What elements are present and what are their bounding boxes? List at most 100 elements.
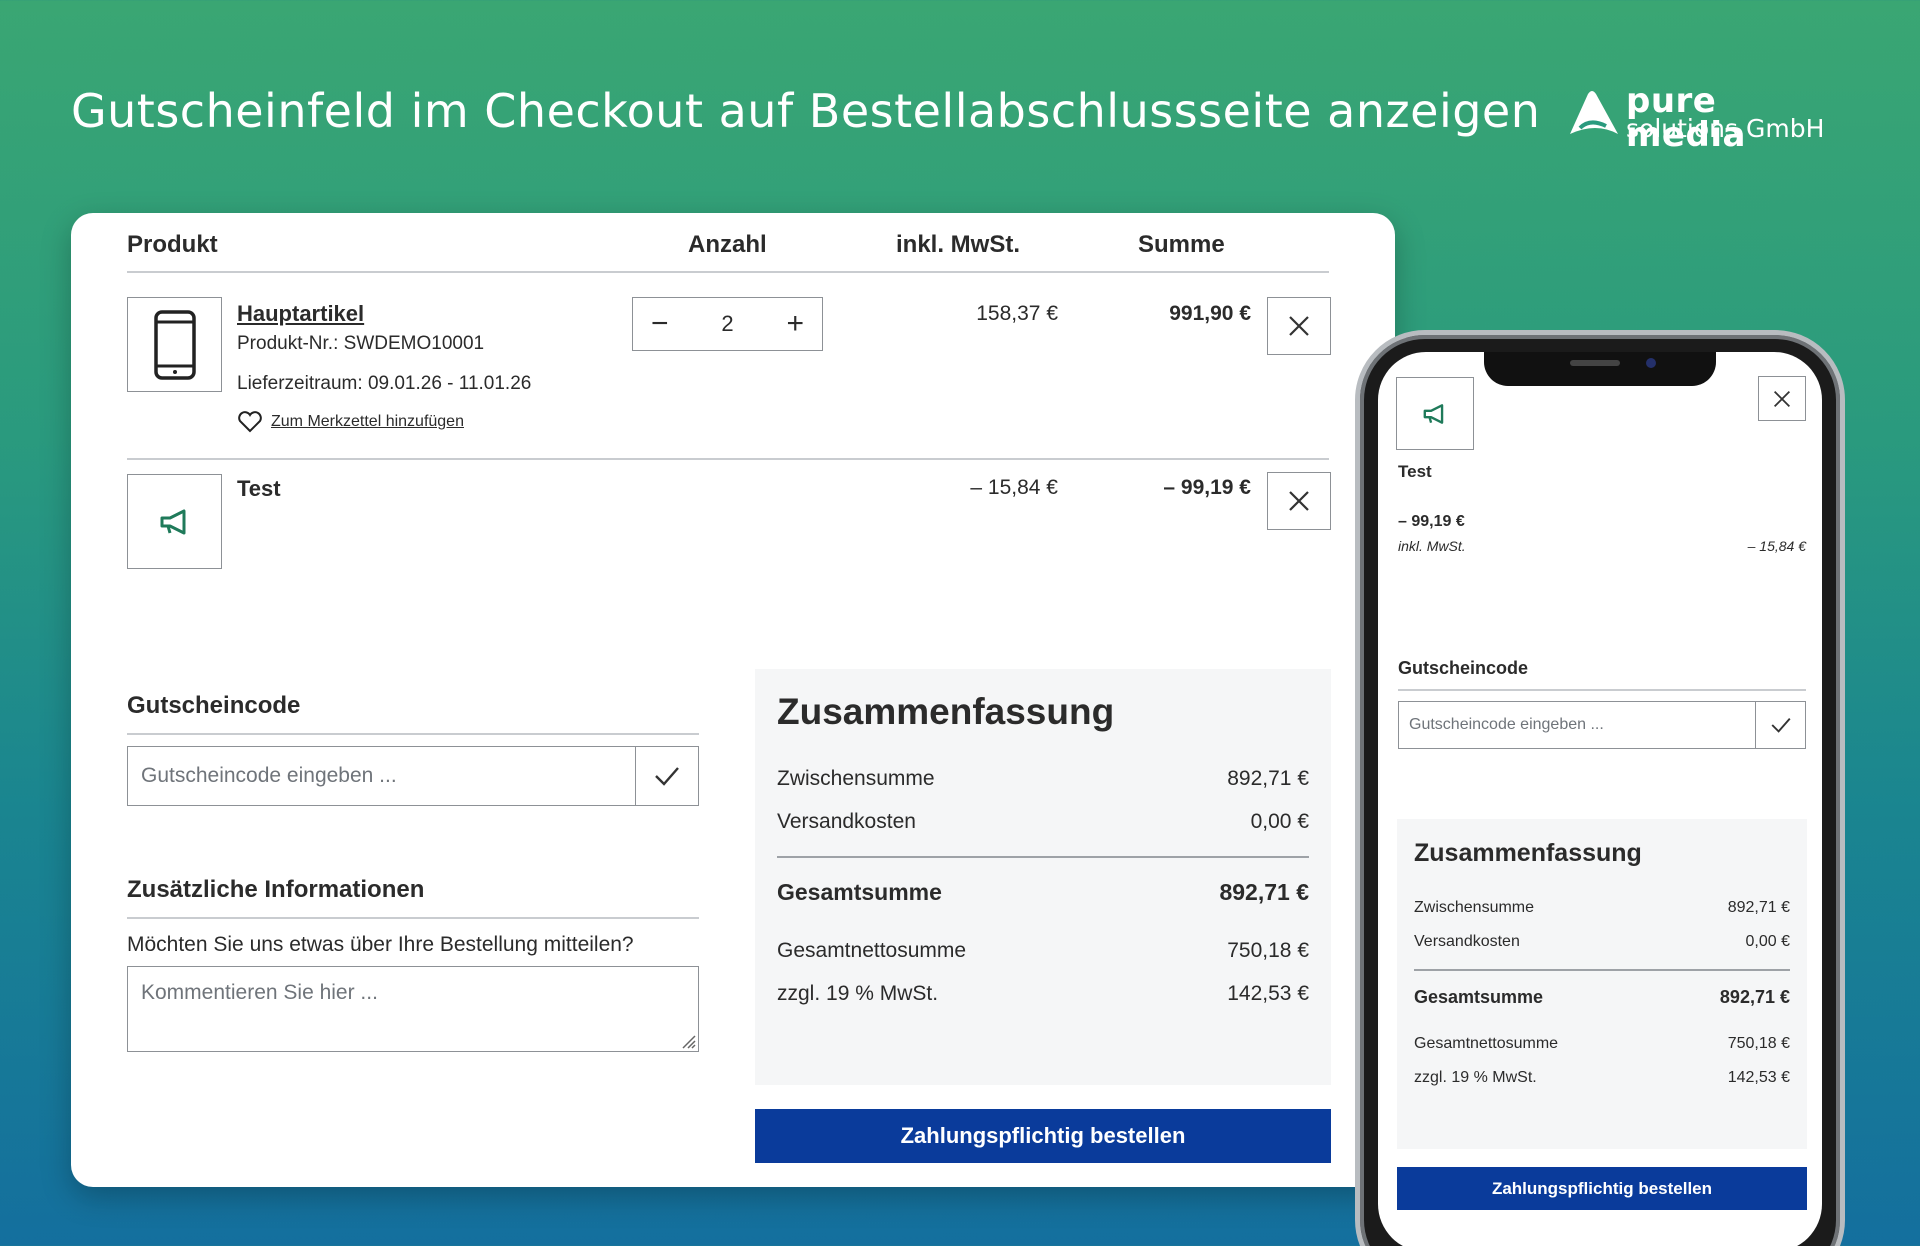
item-divider [127,458,1329,460]
summary-divider [777,856,1309,858]
subtotal-label: Zwischensumme [777,767,935,790]
megaphone-icon [1423,403,1444,424]
mobile-net-total-label: Gesamtnettosumme [1414,1035,1559,1052]
mobile-grand-total-value: 892,71 € [1719,987,1790,1007]
voucher-input-placeholder: Gutscheincode eingeben ... [141,764,397,787]
product-name-link[interactable]: Hauptartikel [237,301,364,327]
mobile-order-summary: Zusammenfassung Zwischensumme 892,71 € V… [1397,819,1807,1149]
phone-speaker [1570,360,1620,366]
resize-handle-icon[interactable] [680,1033,696,1049]
order-summary: Zusammenfassung Zwischensumme 892,71 € V… [755,669,1331,1085]
voucher-line-total: – 99,19 € [1163,476,1251,499]
mobile-place-order-button[interactable]: Zahlungspflichtig bestellen [1397,1167,1807,1210]
line-total: 991,90 € [1169,302,1251,325]
voucher-unit-price: – 15,84 € [970,476,1058,499]
mobile-voucher-placeholder: Gutscheincode eingeben ... [1409,716,1604,733]
remove-item-button[interactable] [1267,297,1331,355]
mobile-apply-voucher-button[interactable] [1755,702,1805,748]
phone-camera [1646,358,1656,368]
product-image[interactable] [127,297,222,392]
desktop-checkout-card: Produkt Anzahl inkl. MwSt. Summe Hauptar… [71,213,1395,1187]
smartphone-icon [153,309,196,380]
header-divider [127,271,1329,273]
apply-voucher-button[interactable] [635,747,698,805]
mobile-summary-divider [1414,969,1790,971]
summary-row-subtotal: Zwischensumme 892,71 € [777,767,1309,791]
page-headline: Gutscheinfeld im Checkout auf Bestellabs… [71,84,1541,138]
unit-price: 158,37 € [976,302,1058,325]
info-section-title: Zusätzliche Informationen [127,876,425,903]
mobile-summary-row-subtotal: Zwischensumme 892,71 € [1414,899,1790,917]
mobile-summary-row-shipping: Versandkosten 0,00 € [1414,933,1790,951]
heart-icon [238,411,262,433]
close-icon [1773,390,1791,407]
voucher-input[interactable]: Gutscheincode eingeben ... [127,746,699,806]
voucher-divider [127,733,699,735]
product-number: Produkt-Nr.: SWDEMO10001 [237,333,485,354]
voucher-item-name: Test [237,476,281,501]
mobile-net-total-value: 750,18 € [1727,1035,1790,1052]
mobile-tax-label: inkl. MwSt. [1398,538,1466,554]
summary-row-grand-total: Gesamtsumme 892,71 € [777,879,1309,906]
mobile-voucher-item-name: Test [1398,462,1432,481]
mobile-tax-value: 142,53 € [1727,1069,1790,1086]
tax-label: zzgl. 19 % MwSt. [777,982,939,1005]
megaphone-icon [160,509,185,534]
subtotal-value: 892,71 € [1227,767,1309,790]
mobile-voucher-line-total: – 99,19 € [1398,513,1465,530]
mobile-screen: Test – 99,19 € inkl. MwSt. – 15,84 € Gut… [1378,352,1822,1246]
comment-textarea[interactable]: Kommentieren Sie hier ... [127,966,699,1052]
net-total-value: 750,18 € [1227,939,1309,962]
close-icon [1289,491,1309,511]
mobile-subtotal-label: Zwischensumme [1414,899,1535,916]
close-icon [1289,316,1309,336]
shipping-label: Versandkosten [777,810,916,833]
column-header-tax: inkl. MwSt. [896,231,1021,258]
summary-row-net: Gesamtnettosumme 750,18 € [777,939,1309,963]
summary-title: Zusammenfassung [777,691,1115,732]
summary-row-tax: zzgl. 19 % MwSt. 142,53 € [777,982,1309,1006]
info-question: Möchten Sie uns etwas über Ihre Bestellu… [127,933,634,956]
shipping-value: 0,00 € [1250,810,1309,833]
checkmark-icon [1771,717,1791,733]
mobile-shipping-label: Versandkosten [1414,933,1520,950]
mobile-voucher-divider [1398,689,1806,691]
wishlist-link[interactable]: Zum Merkzettel hinzufügen [237,411,464,433]
mobile-summary-title: Zusammenfassung [1414,839,1642,867]
tax-value: 142,53 € [1227,982,1309,1005]
column-header-total: Summe [1138,231,1225,258]
phone-notch [1484,352,1716,386]
voucher-item-image [127,474,222,569]
checkmark-icon [655,767,679,786]
mobile-unit-price: – 15,84 € [1747,538,1806,554]
mobile-shipping-value: 0,00 € [1745,933,1790,950]
remove-voucher-button[interactable] [1267,472,1331,530]
voucher-section-title: Gutscheincode [127,692,301,719]
logo-text-secondary: solutions GmbH [1626,114,1825,143]
wishlist-label: Zum Merkzettel hinzufügen [271,413,464,430]
grand-total-value: 892,71 € [1219,879,1309,905]
mobile-summary-row-grand-total: Gesamtsumme 892,71 € [1414,987,1790,1008]
mobile-voucher-item-image [1396,377,1474,450]
info-divider [127,917,699,919]
column-header-quantity: Anzahl [688,231,767,258]
mobile-summary-row-net: Gesamtnettosumme 750,18 € [1414,1035,1790,1053]
comment-placeholder: Kommentieren Sie hier ... [141,981,378,1004]
quantity-stepper: − 2 + [632,297,823,351]
quantity-value[interactable]: 2 [721,311,733,337]
company-logo: pure media solutions GmbH [1566,84,1830,152]
logo-mark-icon [1570,91,1618,134]
mobile-remove-voucher-button[interactable] [1758,376,1806,421]
net-total-label: Gesamtnettosumme [777,939,967,962]
mobile-subtotal-value: 892,71 € [1727,899,1790,916]
place-order-button[interactable]: Zahlungspflichtig bestellen [755,1109,1331,1163]
minus-button[interactable]: − [651,309,669,339]
mobile-summary-row-tax: zzgl. 19 % MwSt. 142,53 € [1414,1069,1790,1087]
mobile-grand-total-label: Gesamtsumme [1414,987,1544,1007]
column-header-product: Produkt [127,231,218,258]
delivery-time: Lieferzeitraum: 09.01.26 - 11.01.26 [237,373,532,394]
mobile-voucher-input[interactable]: Gutscheincode eingeben ... [1398,701,1806,749]
plus-button[interactable]: + [786,309,804,339]
summary-row-shipping: Versandkosten 0,00 € [777,810,1309,834]
grand-total-label: Gesamtsumme [777,879,942,905]
